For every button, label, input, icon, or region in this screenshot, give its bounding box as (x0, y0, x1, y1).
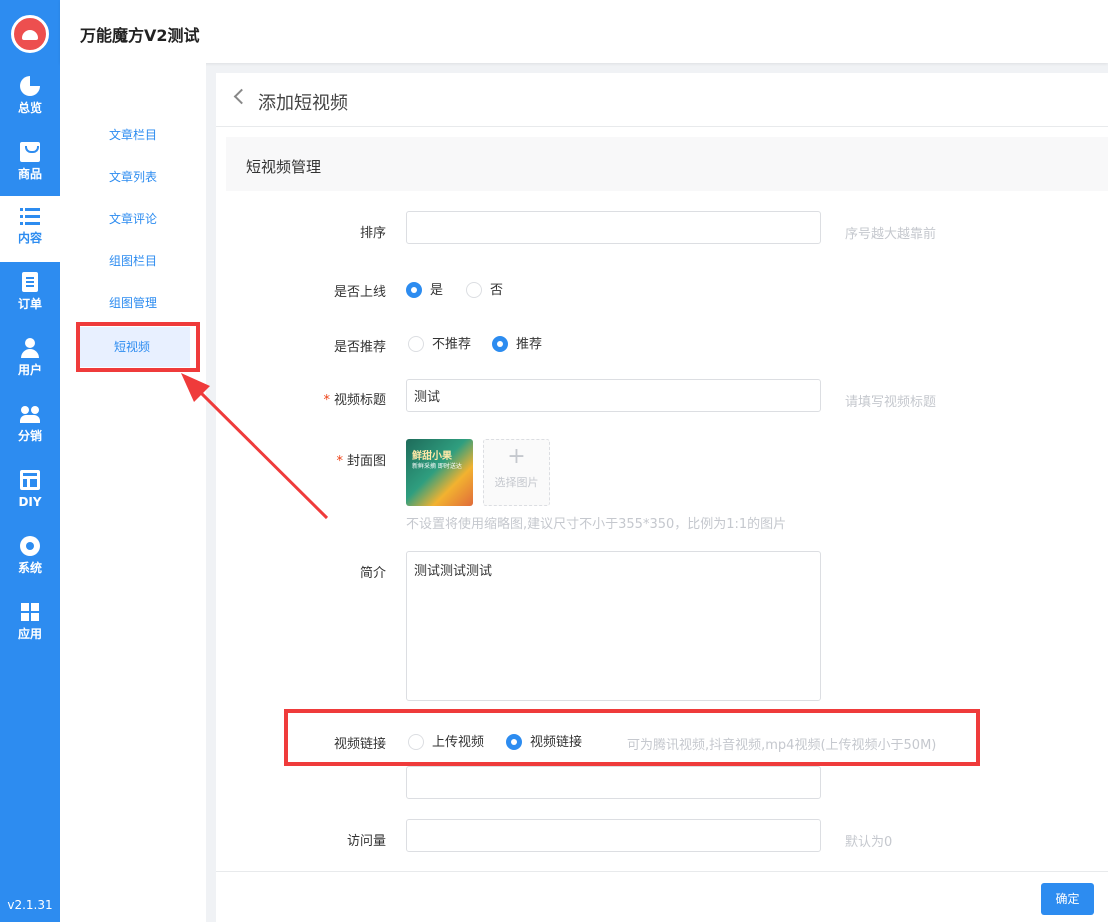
radio-unchecked-icon (466, 281, 482, 298)
rail-item-users[interactable]: 用户 (0, 328, 60, 394)
cover-thumbnail-text: 鲜甜小果 (412, 451, 452, 462)
confirm-button[interactable]: 确定 (1041, 883, 1094, 915)
top-bar: 万能魔方V2测试 (60, 0, 1108, 63)
section-header: 短视频管理 (226, 137, 1108, 191)
intro-label: 简介 (359, 566, 386, 581)
video-link-input[interactable] (406, 766, 821, 799)
cover-thumbnail-subtext: 新鲜采摘 即时送达 (412, 463, 462, 470)
rail-label: 总览 (17, 101, 42, 115)
visits-label: 访问量 (346, 834, 386, 849)
rail-item-distribution[interactable]: 分销 (0, 394, 60, 460)
app-title: 万能魔方V2测试 (80, 26, 200, 45)
rail-item-diy[interactable]: DIY (0, 460, 60, 526)
rail-item-orders[interactable]: 订单 (0, 262, 60, 328)
online-yes-label: 是 (430, 283, 444, 298)
main-rail: 总览 商品 内容 订单 用户 分销 DIY 系统 应用 v2.1.31 (0, 0, 60, 922)
video-title-hint: 请填写视频标题 (845, 395, 937, 410)
gear-icon (20, 536, 40, 556)
video-title-label: * 视频标题 (323, 393, 386, 408)
main-panel: 添加短视频 短视频管理 排序 序号越大越靠前 是否上线 是 否 是否推荐 不推荐… (216, 73, 1108, 922)
sort-input[interactable] (406, 211, 821, 244)
subnav-item-article-category[interactable]: 文章栏目 (60, 117, 206, 153)
page-title: 添加短视频 (258, 93, 348, 114)
form-footer: 确定 (216, 871, 1108, 922)
radio-checked-icon (406, 281, 422, 298)
rail-item-system[interactable]: 系统 (0, 526, 60, 592)
cover-thumbnail[interactable]: 鲜甜小果 新鲜采摘 即时送达 (406, 439, 473, 506)
annotation-box-video-link (284, 709, 980, 766)
video-title-input[interactable]: 测试 (406, 379, 821, 412)
sort-label: 排序 (359, 226, 386, 241)
plus-icon: + (507, 444, 526, 469)
sort-hint: 序号越大越靠前 (845, 227, 937, 242)
document-icon (22, 272, 38, 292)
list-icon (20, 206, 40, 226)
rail-label: 商品 (17, 167, 42, 181)
annotation-box-subnav (76, 322, 200, 372)
cover-label: * 封面图 (336, 454, 386, 469)
recommend-yes-label: 推荐 (516, 337, 543, 352)
rail-label: DIY (18, 495, 42, 509)
user-icon (20, 338, 40, 358)
recommend-no-radio[interactable]: 不推荐 (408, 333, 471, 353)
rail-label: 内容 (17, 231, 42, 245)
section-title: 短视频管理 (246, 158, 322, 176)
radio-unchecked-icon (408, 335, 424, 352)
pie-chart-icon (20, 76, 40, 96)
subnav-item-gallery-manage[interactable]: 组图管理 (60, 285, 206, 321)
content-subnav: 文章栏目 文章列表 文章评论 组图栏目 组图管理 短视频 (60, 63, 206, 922)
shopping-bag-icon (20, 142, 40, 162)
rail-item-goods[interactable]: 商品 (0, 132, 60, 198)
radio-checked-icon (492, 335, 508, 352)
rail-label: 系统 (17, 561, 42, 575)
subnav-item-article-comments[interactable]: 文章评论 (60, 201, 206, 237)
rail-item-content[interactable]: 内容 (0, 196, 60, 262)
visits-hint: 默认为0 (845, 835, 893, 850)
page-header: 添加短视频 (216, 73, 1108, 127)
cover-tip: 不设置将使用缩略图,建议尺寸不小于355*350，比例为1:1的图片 (406, 517, 787, 532)
intro-textarea[interactable]: 测试测试测试 (406, 551, 821, 701)
online-no-label: 否 (490, 283, 504, 298)
online-yes-radio[interactable]: 是 (406, 279, 443, 299)
rail-item-apps[interactable]: 应用 (0, 592, 60, 658)
select-image-button[interactable]: + 选择图片 (483, 439, 550, 506)
online-no-radio[interactable]: 否 (466, 279, 503, 299)
rail-label: 分销 (17, 429, 42, 443)
version-label: v2.1.31 (7, 898, 53, 912)
subnav-item-article-list[interactable]: 文章列表 (60, 159, 206, 195)
app-logo[interactable] (11, 15, 49, 53)
rail-label: 应用 (17, 627, 42, 641)
rail-label: 用户 (17, 363, 42, 377)
visits-input[interactable] (406, 819, 821, 852)
rail-label: 订单 (17, 297, 42, 311)
online-label: 是否上线 (333, 285, 386, 300)
users-icon (20, 404, 40, 424)
subnav-item-gallery-category[interactable]: 组图栏目 (60, 243, 206, 279)
back-chevron-icon[interactable] (233, 88, 250, 105)
recommend-yes-radio[interactable]: 推荐 (492, 333, 542, 353)
layout-icon (20, 470, 40, 490)
grid-icon (20, 602, 40, 622)
select-image-label: 选择图片 (494, 476, 539, 489)
rail-item-overview[interactable]: 总览 (0, 66, 60, 132)
recommend-no-label: 不推荐 (432, 337, 472, 352)
recommend-label: 是否推荐 (333, 340, 386, 355)
